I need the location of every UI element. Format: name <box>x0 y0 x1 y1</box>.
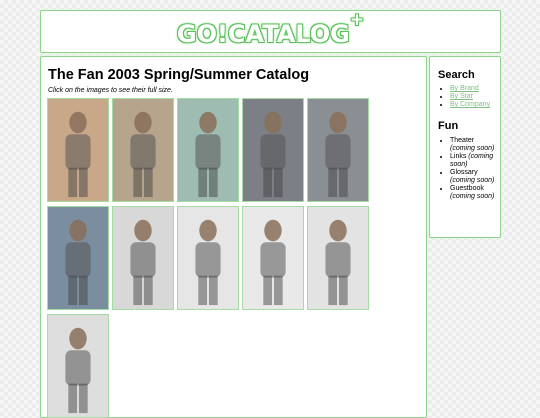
search-links: By Brand By Star By Company <box>450 85 498 109</box>
catalog-thumbnail[interactable] <box>47 98 109 202</box>
catalog-thumbnail[interactable] <box>177 98 239 202</box>
logo-text: GO!CATALOG <box>176 19 350 48</box>
catalog-thumbnail[interactable] <box>112 206 174 310</box>
main-content: The Fan 2003 Spring/Summer Catalog Click… <box>40 56 427 418</box>
instruction-text: Click on the images to see their full si… <box>48 87 173 94</box>
sidebar: Search By Brand By Star By Company Fun T… <box>429 56 501 238</box>
fun-item-theater: Theater (coming soon) <box>450 137 498 153</box>
catalog-thumbnail[interactable] <box>177 206 239 310</box>
list-item: By Brand <box>450 85 498 93</box>
catalog-thumbnail[interactable] <box>242 206 304 310</box>
link-by-star[interactable]: By Star <box>450 93 473 100</box>
catalog-thumbnail[interactable] <box>307 206 369 310</box>
catalog-thumbnail[interactable] <box>47 314 109 418</box>
catalog-thumbnail[interactable] <box>112 98 174 202</box>
fun-heading: Fun <box>438 120 459 132</box>
list-item: By Company <box>450 101 498 109</box>
page-title: The Fan 2003 Spring/Summer Catalog <box>48 67 310 83</box>
search-heading: Search <box>438 69 475 81</box>
link-by-company[interactable]: By Company <box>450 101 490 108</box>
logo-plus: + <box>349 9 365 30</box>
fun-item-links: Links (coming soon) <box>450 153 498 169</box>
catalog-thumbnail[interactable] <box>47 206 109 310</box>
catalog-thumbnail[interactable] <box>242 98 304 202</box>
header-banner: GO!CATALOG+ <box>40 10 501 53</box>
fun-item-guestbook: Guestbook (coming soon) <box>450 185 498 201</box>
list-item: By Star <box>450 93 498 101</box>
fun-list: Theater (coming soon) Links (coming soon… <box>450 137 498 201</box>
link-by-brand[interactable]: By Brand <box>450 85 479 92</box>
catalog-thumbnail[interactable] <box>307 98 369 202</box>
fun-item-glossary: Glossary (coming soon) <box>450 169 498 185</box>
site-logo[interactable]: GO!CATALOG+ <box>176 10 364 48</box>
